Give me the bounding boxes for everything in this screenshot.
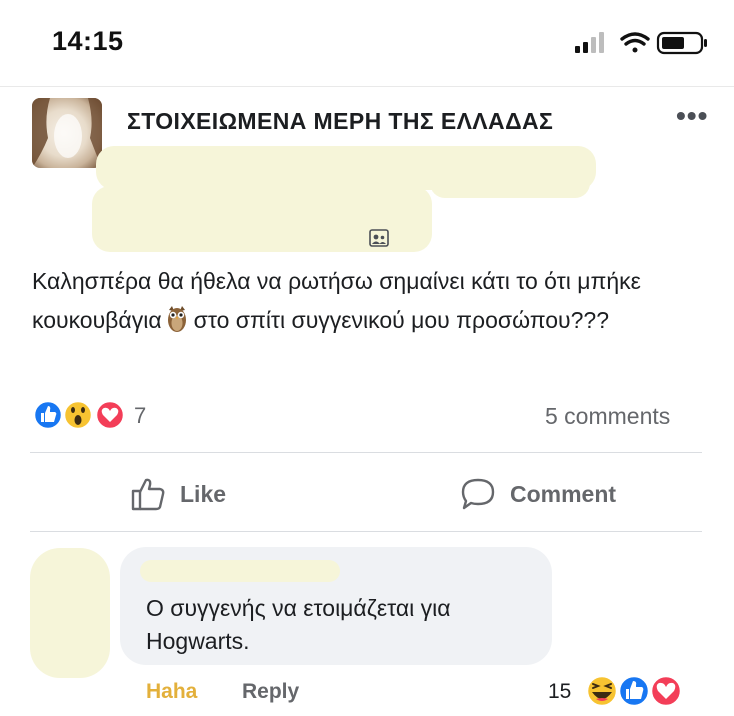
divider [30, 452, 702, 453]
like-label: Like [180, 480, 227, 507]
anonymous-member-icon [369, 229, 389, 247]
comments-count[interactable]: 5 comments [545, 403, 670, 430]
post-text-part-2: στο σπίτι συγγενικού μου προσώπου??? [193, 307, 610, 333]
group-name[interactable]: ΣΤΟΙΧΕΙΩΜΕΝΑ ΜΕΡΗ ΤΗΣ ΕΛΛΑΔΑΣ [127, 108, 553, 135]
comment-button[interactable]: Comment [460, 474, 616, 514]
comment-text: Ο συγγενής να ετοιμάζεται για Hogwarts. [146, 595, 451, 654]
comment-haha-button[interactable]: Haha [146, 680, 197, 704]
battery-icon [656, 31, 707, 55]
comment-reaction-count[interactable]: 15 [548, 680, 571, 704]
divider [30, 531, 702, 532]
haha-reaction-icon [585, 674, 619, 708]
commenter-avatar-redacted[interactable] [30, 548, 110, 678]
status-time: 14:15 [52, 26, 124, 56]
more-dots-icon[interactable]: ••• [676, 102, 708, 130]
like-reaction-icon [32, 399, 64, 431]
group-avatar[interactable] [32, 98, 102, 168]
comment-reply-button[interactable]: Reply [242, 680, 299, 704]
wifi-icon [620, 32, 650, 53]
wow-reaction-icon [62, 399, 94, 431]
like-button[interactable]: Like [130, 474, 226, 514]
status-icons [575, 31, 707, 55]
redacted-area [430, 168, 590, 198]
post-text: Καλησπέρα θα ήθελα να ρωτήσω σημαίνει κά… [32, 262, 702, 340]
like-reaction-icon [617, 674, 651, 708]
cellular-signal-icon [575, 32, 604, 53]
comment-reactions[interactable] [582, 672, 688, 710]
reaction-count[interactable]: 7 [134, 403, 146, 429]
post-reactions[interactable] [32, 398, 142, 432]
owl-emoji [167, 306, 186, 332]
comment-label: Comment [510, 480, 617, 507]
love-reaction-icon [94, 399, 126, 431]
status-divider [0, 86, 734, 87]
thumbs-up-icon [131, 478, 165, 511]
commenter-name-redacted[interactable] [140, 560, 340, 582]
comment-bubble-icon [461, 478, 495, 510]
love-reaction-icon [649, 674, 683, 708]
